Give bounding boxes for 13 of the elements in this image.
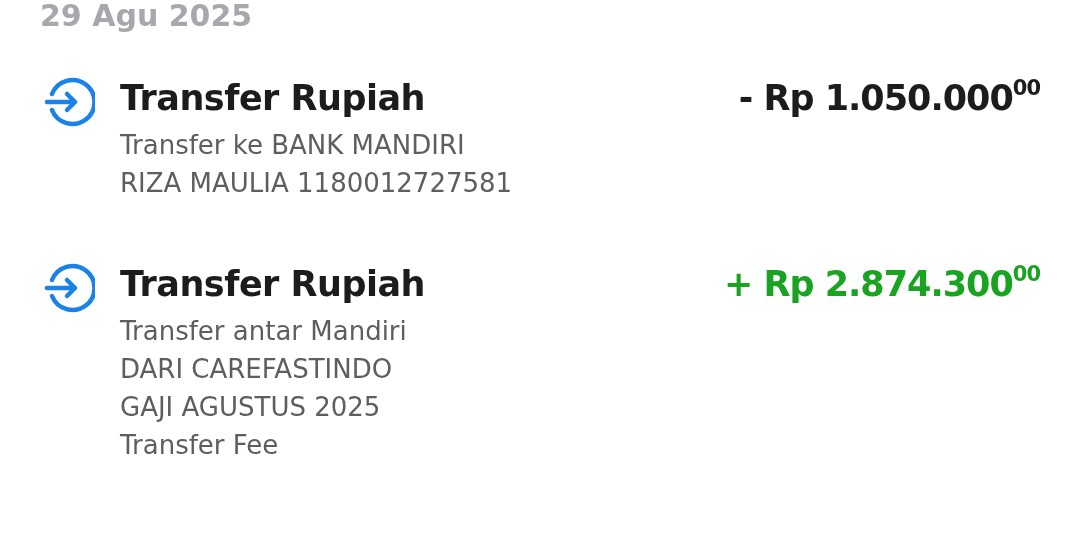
transaction-title: Transfer Rupiah [120, 77, 426, 120]
transaction-amount: - Rp 1.050.000$^{00}$ [738, 75, 1040, 120]
transaction-title: Transfer Rupiah [120, 263, 426, 306]
transaction-detail: GAJI AGUSTUS 2025 [120, 391, 382, 424]
transaction-detail: Transfer antar Mandiri [120, 315, 408, 348]
transfer-icon [43, 262, 95, 314]
transaction-amount: + Rp 2.874.300$^{00}$ [724, 261, 1040, 306]
transaction-detail: DARI CAREFASTINDO [120, 353, 394, 386]
transaction-detail: Transfer ke BANK MANDIRI [120, 129, 466, 162]
transaction-detail: Transfer Fee [120, 429, 280, 462]
date-heading: 29 Agu 2025 [40, 0, 254, 32]
transfer-icon [43, 76, 95, 128]
transaction-detail: RIZA MAULIA 1180012727581 [120, 167, 514, 200]
